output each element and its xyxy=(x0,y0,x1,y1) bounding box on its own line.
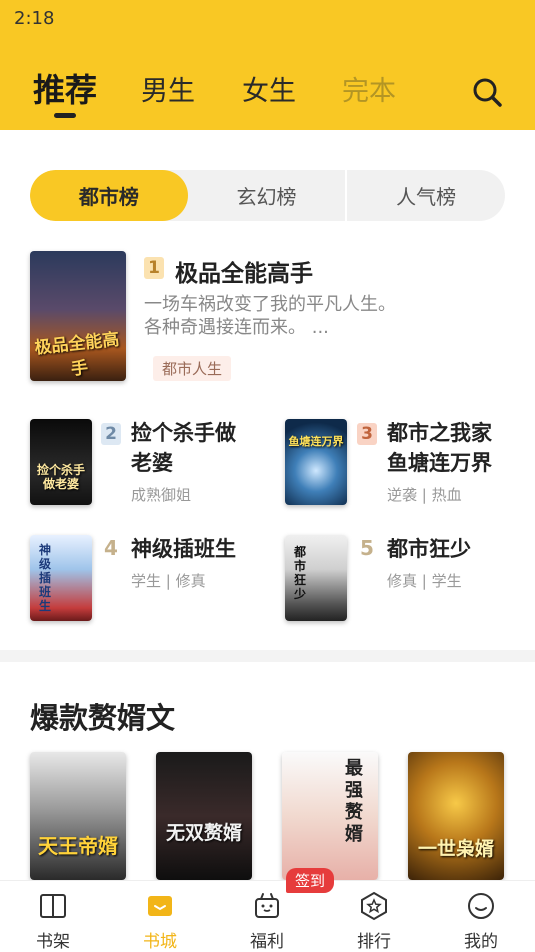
cover-title: 鱼塘连万界 xyxy=(288,435,344,448)
tabbar-item-bookstore[interactable]: 书城 xyxy=(120,881,200,952)
smiley-icon xyxy=(468,893,494,919)
book-cover: 都市狂少 xyxy=(285,535,347,621)
book-title: 捡个杀手做老婆 xyxy=(131,421,236,475)
book-tags: 学生 | 修真 xyxy=(131,572,206,590)
tab-female[interactable]: 女生 xyxy=(242,72,296,112)
segment-popular[interactable]: 人气榜 xyxy=(347,170,505,221)
tabbar-label: 排行 xyxy=(357,932,391,952)
hexagon-star-icon xyxy=(361,891,387,921)
book-description: 一场车祸改变了我的平凡人生。各种奇遇接连而来。 ... xyxy=(144,294,396,338)
book-tag: 都市人生 xyxy=(153,356,232,381)
section-book-cover[interactable]: 最强赘婿 xyxy=(282,752,378,880)
book-icon xyxy=(40,894,66,918)
section-book-cover[interactable]: 无双赘婿 xyxy=(156,752,252,880)
section-book-cover[interactable]: 一世枭婿 xyxy=(408,752,504,880)
tabbar-label: 福利 xyxy=(250,932,284,952)
book-cover: 捡个杀手做老婆 xyxy=(30,419,92,505)
main-content: 都市榜 玄幻榜 人气榜 极品全能高手 1 极品全能高手 一场车祸改变了我的平凡人… xyxy=(0,130,535,880)
book-cover: 鱼塘连万界 xyxy=(285,419,347,505)
search-icon[interactable] xyxy=(470,75,504,109)
cover-title: 捡个杀手做老婆 xyxy=(36,463,85,491)
tab-recommend[interactable]: 推荐 xyxy=(33,70,97,110)
rank-badge: 2 xyxy=(101,423,121,445)
rank-badge: 3 xyxy=(357,423,377,445)
tab-finished[interactable]: 完本 xyxy=(342,72,396,112)
bottom-tabbar: 书架 书城 福利 排行 我的 xyxy=(0,880,535,952)
book-title: 极品全能高手 xyxy=(175,261,313,287)
section-book-cover[interactable]: 天王帝婿 xyxy=(30,752,126,880)
top-header: 2:18 推荐 男生 女生 完本 xyxy=(0,0,535,130)
segment-fantasy[interactable]: 玄幻榜 xyxy=(188,170,346,221)
book-tags: 成熟御姐 xyxy=(131,486,192,504)
cover-title: 一世枭婿 xyxy=(417,838,494,860)
book-cover: 神级插班生 xyxy=(30,535,92,621)
tabbar-item-ranking[interactable]: 排行 xyxy=(334,881,414,952)
rank-number: 5 xyxy=(360,536,374,560)
book-title: 都市之我家鱼塘连万界 xyxy=(387,421,492,475)
book-tags: 修真 | 学生 xyxy=(387,572,462,590)
tab-male[interactable]: 男生 xyxy=(141,72,195,112)
status-time: 2:18 xyxy=(14,8,55,29)
tab-indicator xyxy=(54,113,76,118)
store-icon xyxy=(148,896,172,916)
tabbar-label: 我的 xyxy=(464,932,498,952)
cover-title: 天王帝婿 xyxy=(38,834,118,858)
rank-number: 4 xyxy=(104,536,118,560)
section-divider xyxy=(0,650,535,662)
tabbar-item-profile[interactable]: 我的 xyxy=(441,881,521,952)
cover-title: 极品全能高手 xyxy=(33,329,121,380)
tabbar-label: 书架 xyxy=(36,932,70,952)
book-title: 都市狂少 xyxy=(387,537,471,561)
book-tags: 逆袭 | 热血 xyxy=(387,486,462,504)
segment-urban[interactable]: 都市榜 xyxy=(30,170,188,221)
gift-icon xyxy=(255,893,279,918)
cover-title: 神级插班生 xyxy=(38,543,51,613)
cover-title: 都市狂少 xyxy=(293,545,306,601)
section-title: 爆款赘婿文 xyxy=(30,701,176,735)
book-title: 神级插班生 xyxy=(131,537,236,561)
ranking-segment: 都市榜 玄幻榜 人气榜 xyxy=(30,170,505,221)
book-cover: 极品全能高手 xyxy=(30,251,126,381)
cover-title: 最强赘婿 xyxy=(345,758,363,845)
rank-badge: 1 xyxy=(144,257,164,279)
sign-in-badge[interactable]: 签到 xyxy=(286,868,335,893)
tabbar-label: 书城 xyxy=(143,932,177,952)
tabbar-item-bookshelf[interactable]: 书架 xyxy=(13,881,93,952)
cover-title: 无双赘婿 xyxy=(165,822,242,844)
